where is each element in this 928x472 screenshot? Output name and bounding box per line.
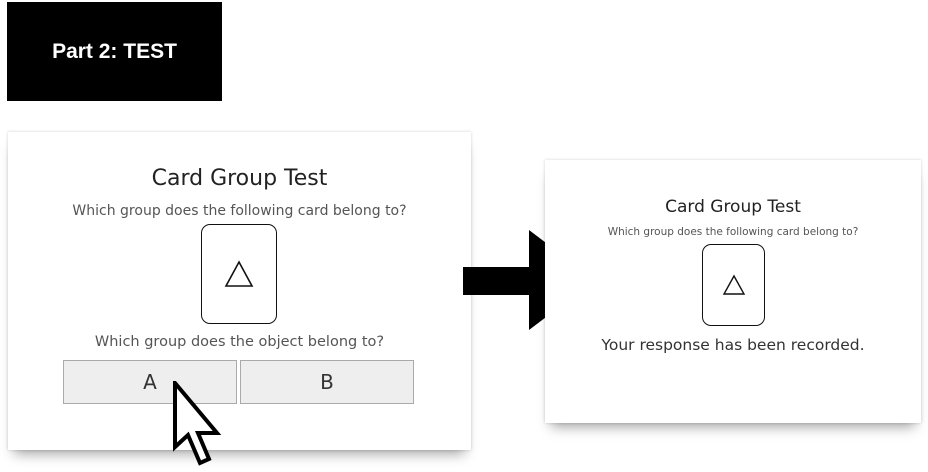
- stimulus-card: [201, 224, 277, 324]
- part-badge-label: Part 2: TEST: [52, 39, 177, 63]
- mouse-pointer-icon: [173, 381, 222, 466]
- response-recorded-message: Your response has been recorded.: [601, 336, 865, 354]
- part-badge: Part 2: TEST: [7, 2, 222, 101]
- result-screen-panel: Card Group Test Which group does the fol…: [545, 160, 921, 423]
- card-question: Which group does the following card belo…: [72, 203, 407, 219]
- result-card-question: Which group does the following card belo…: [607, 226, 859, 238]
- test-screen-panel: Card Group Test Which group does the fol…: [8, 132, 471, 450]
- choice-b-label: B: [320, 370, 334, 394]
- choice-b-button[interactable]: B: [240, 360, 414, 404]
- test-screen-title: Card Group Test: [151, 166, 328, 191]
- object-question: Which group does the object belong to?: [94, 334, 385, 350]
- result-stimulus-card: [702, 244, 765, 326]
- choice-a-label: A: [143, 370, 157, 394]
- triangle-outline-icon: [224, 260, 254, 287]
- triangle-outline-icon: [722, 274, 745, 295]
- result-screen-title: Card Group Test: [665, 197, 801, 217]
